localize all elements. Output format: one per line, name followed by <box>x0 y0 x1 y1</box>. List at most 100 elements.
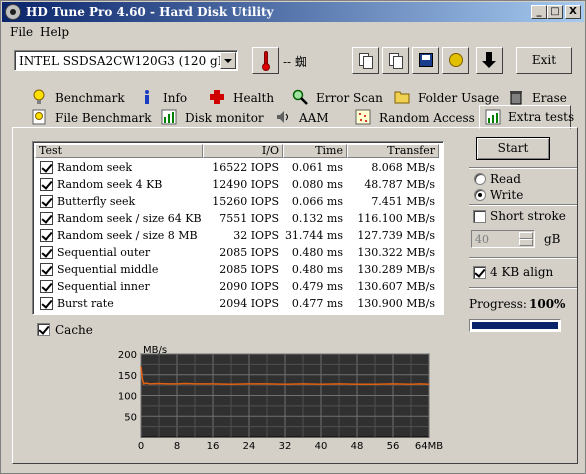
minimize-button[interactable]: _ <box>531 5 547 19</box>
chevron-down-icon[interactable] <box>220 52 236 69</box>
results-table: Test I/O Time Transfer Random seek 16522 … <box>32 141 444 315</box>
short-stroke-checkbox[interactable] <box>473 210 486 223</box>
row-checkbox[interactable] <box>40 263 53 276</box>
row-io: 2094 IOPS <box>219 297 279 310</box>
read-radio[interactable] <box>474 173 486 185</box>
exit-button[interactable]: Exit <box>516 47 572 74</box>
menu-help[interactable]: Help <box>40 25 69 39</box>
chart-y-tick-label: 200 <box>118 350 137 361</box>
row-time: 0.066 ms <box>291 195 343 208</box>
spin-down-button[interactable] <box>519 239 533 246</box>
maximize-button[interactable]: □ <box>547 5 563 19</box>
row-checkbox[interactable] <box>40 161 53 174</box>
column-header-test[interactable]: Test <box>35 144 203 158</box>
title-bar[interactable]: HD Tune Pro 4.60 - Hard Disk Utility _ □… <box>2 2 584 22</box>
temperature-button[interactable] <box>252 47 279 74</box>
chart-x-tick-label: 56 <box>387 441 400 452</box>
column-header-io[interactable]: I/O <box>203 144 283 158</box>
row-checkbox[interactable] <box>40 178 53 191</box>
table-row[interactable]: Sequential inner 2090 IOPS 0.479 ms 130.607… <box>35 278 441 295</box>
chart-x-tick-label: 64MB <box>415 441 443 452</box>
table-row[interactable]: Sequential outer 2085 IOPS 0.480 ms 130.322… <box>35 244 441 261</box>
read-label: Read <box>490 172 521 186</box>
app-disk-icon <box>5 4 21 20</box>
chart-y-tick-label: 150 <box>118 371 137 382</box>
row-test: Sequential outer <box>57 246 151 259</box>
short-stroke-unit: gB <box>544 232 561 246</box>
folder-icon <box>394 91 410 104</box>
copy-all-button[interactable] <box>382 47 409 74</box>
progress-label: Progress: <box>469 297 527 311</box>
table-row[interactable]: Random seek / size 8 MB 32 IOPS 31.744 ms 1… <box>35 227 441 244</box>
align-4kb-checkbox[interactable] <box>473 266 486 279</box>
column-header-transfer[interactable]: Transfer <box>347 144 439 158</box>
chart-x-tick-label: 48 <box>351 441 364 452</box>
row-transfer: 8.068 MB/s <box>371 161 435 174</box>
short-stroke-value: 40 <box>475 233 489 246</box>
close-button[interactable]: X <box>565 5 581 19</box>
speaker-icon <box>277 111 288 123</box>
progress-bar <box>469 319 561 332</box>
chart-x-tick-label: 0 <box>138 441 144 452</box>
chart-y-axis-label: MB/s <box>143 345 167 356</box>
row-transfer: 130.289 MB/s <box>357 263 435 276</box>
row-io: 2085 IOPS <box>219 263 279 276</box>
row-test: Sequential middle <box>57 263 159 276</box>
dots-icon <box>355 109 371 125</box>
chart-x-tick-label: 16 <box>207 441 220 452</box>
write-radio[interactable] <box>474 189 486 201</box>
row-test: Random seek 4 KB <box>57 178 163 191</box>
row-io: 16522 IOPS <box>212 161 279 174</box>
spin-up-button[interactable] <box>519 232 533 239</box>
table-row[interactable]: Random seek 4 KB 12490 IOPS 0.080 ms 48.787… <box>35 176 441 193</box>
table-row[interactable]: Butterfly seek 15260 IOPS 0.066 ms 7.451 MB… <box>35 193 441 210</box>
chart-x-tick-label: 40 <box>315 441 328 452</box>
row-test: Burst rate <box>57 297 114 310</box>
row-test: Butterfly seek <box>57 195 136 208</box>
row-checkbox[interactable] <box>40 229 53 242</box>
table-row[interactable]: Sequential middle 2085 IOPS 0.480 ms 130.28… <box>35 261 441 278</box>
menu-file[interactable]: File <box>10 25 33 39</box>
cache-checkbox[interactable] <box>37 323 50 336</box>
table-row[interactable]: Burst rate 2094 IOPS 0.477 ms 130.900 MB/s <box>35 295 441 312</box>
health-cross-icon <box>210 90 224 104</box>
align-4kb-label: 4 KB align <box>490 265 554 279</box>
options-button[interactable] <box>442 47 469 74</box>
cache-label: Cache <box>55 323 93 337</box>
write-label: Write <box>490 188 524 202</box>
trash-icon <box>510 91 522 105</box>
table-row[interactable]: Random seek 16522 IOPS 0.061 ms 8.068 MB/s <box>35 159 441 176</box>
drive-select-value: INTEL SSDSA2CW120G3 (120 gB) <box>19 54 232 68</box>
chart-y-tick-label: 100 <box>118 392 137 403</box>
row-checkbox[interactable] <box>40 195 53 208</box>
row-checkbox[interactable] <box>40 280 53 293</box>
save-button[interactable] <box>412 47 439 74</box>
column-header-time[interactable]: Time <box>283 144 347 158</box>
row-transfer: 127.739 MB/s <box>357 229 435 242</box>
row-time: 0.132 ms <box>291 212 343 225</box>
table-row[interactable]: Random seek / size 64 KB 7551 IOPS 0.132 m… <box>35 210 441 227</box>
short-stroke-spinner[interactable]: 40 <box>471 230 535 248</box>
row-time: 0.061 ms <box>291 161 343 174</box>
copy-info-button[interactable] <box>352 47 379 74</box>
drive-select[interactable]: INTEL SSDSA2CW120G3 (120 gB) <box>14 50 238 71</box>
row-time: 31.744 ms <box>284 229 343 242</box>
row-checkbox[interactable] <box>40 212 53 225</box>
main-window: HD Tune Pro 4.60 - Hard Disk Utility _ □… <box>0 0 586 474</box>
options-coin-icon <box>449 53 463 67</box>
row-io: 15260 IOPS <box>212 195 279 208</box>
transfer-rate-chart: 0 8 16 24 32 40 48 56 64MB 200 150 100 50 MB/s <box>118 345 443 452</box>
bar-chart-icon <box>161 109 177 125</box>
tab-extra-tests[interactable]: Extra tests <box>479 105 574 129</box>
row-transfer: 7.451 MB/s <box>371 195 435 208</box>
row-test: Random seek <box>57 161 133 174</box>
menu-bar: File Help <box>2 23 584 41</box>
download-button[interactable] <box>476 47 503 74</box>
chart-x-tick-label: 8 <box>174 441 180 452</box>
row-test: Random seek / size 64 KB <box>57 212 202 225</box>
chart-y-tick-label: 50 <box>124 412 137 423</box>
chart-x-tick-label: 24 <box>243 441 256 452</box>
row-checkbox[interactable] <box>40 297 53 310</box>
row-checkbox[interactable] <box>40 246 53 259</box>
start-button[interactable]: Start <box>476 137 550 160</box>
